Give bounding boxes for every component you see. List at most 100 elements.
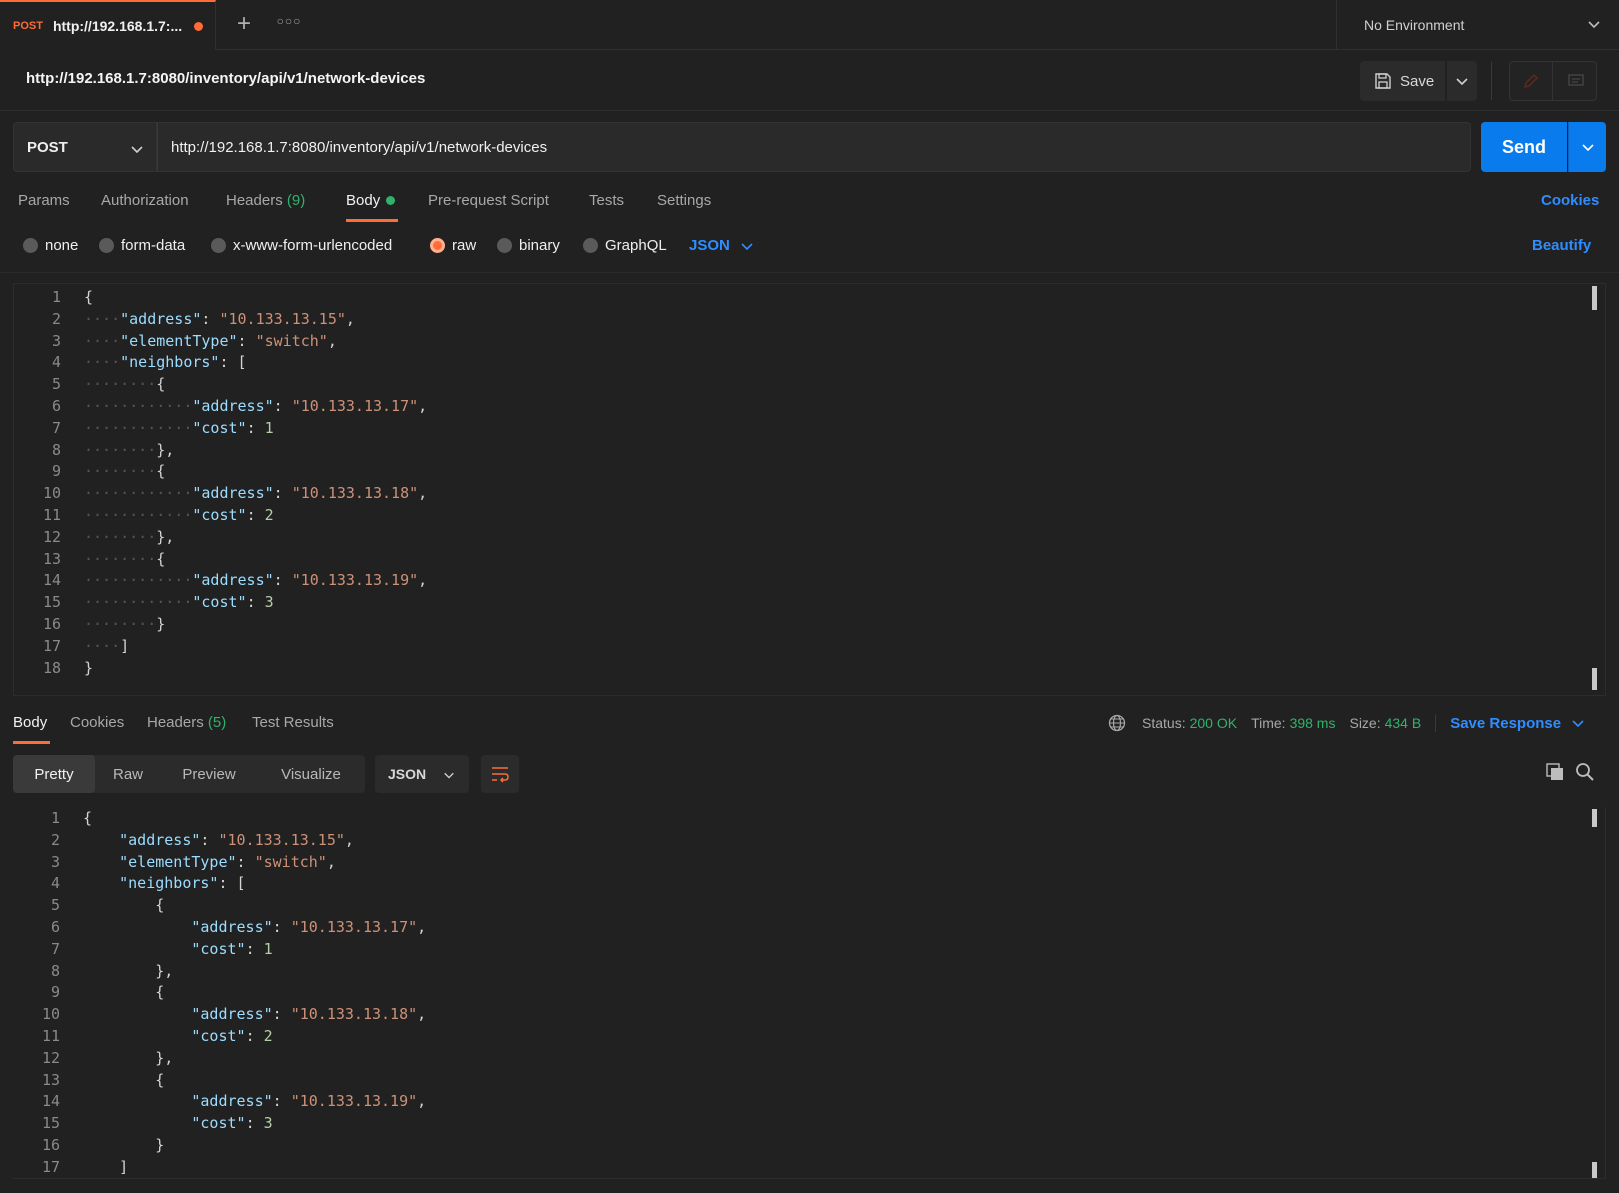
code-text: ············"address": "10.133.13.18", (84, 482, 427, 504)
plus-icon[interactable]: + (231, 10, 257, 38)
code-token: } (84, 658, 94, 677)
chevron-down-icon (1456, 78, 1468, 86)
tab-body[interactable]: Body (346, 192, 396, 222)
line-number: 7 (51, 418, 61, 437)
environment-select[interactable]: No Environment (1336, 0, 1619, 50)
code-token: "cost" (191, 1027, 246, 1045)
code-token: ········ (84, 549, 157, 568)
radio-binary[interactable]: binary (497, 237, 560, 254)
save-button[interactable]: Save (1360, 61, 1445, 101)
code-token: : (273, 484, 292, 503)
code-text: "elementType": "switch", (83, 851, 336, 873)
radio-none[interactable]: none (23, 237, 78, 254)
response-tab-headers-count: (5) (207, 714, 227, 731)
wrap-lines-button[interactable] (481, 755, 519, 793)
response-body-viewer[interactable]: 1{2 "address": "10.133.13.15", 3 "element… (13, 807, 1606, 1179)
beautify-link[interactable]: Beautify (1532, 237, 1591, 254)
code-token: "10.133.13.19" (290, 1092, 418, 1111)
request-title[interactable]: http://192.168.1.7:8080/inventory/api/v1… (26, 70, 425, 87)
tab-authorization[interactable]: Authorization (101, 192, 189, 222)
code-token: "address" (191, 918, 273, 936)
url-input[interactable]: http://192.168.1.7:8080/inventory/api/v1… (157, 122, 1471, 172)
chevron-down-icon (1572, 720, 1584, 728)
request-body-editor[interactable]: 1{2 ····"address": "10.133.13.15", 3 ····"e… (13, 283, 1606, 696)
line-number: 10 (41, 1005, 60, 1024)
line-number: 6 (51, 397, 61, 415)
code-token: "10.133.13.15" (219, 309, 346, 328)
view-visualize-button[interactable]: Visualize (257, 755, 365, 793)
code-token: { (83, 809, 93, 827)
code-token: "switch" (255, 331, 328, 350)
code-token: { (156, 462, 166, 481)
edit-icon[interactable] (1510, 62, 1553, 100)
code-token: 1 (264, 418, 274, 437)
code-line: 6 ············"address": "10.133.13.17", (14, 395, 1605, 418)
radio-raw[interactable]: raw (430, 237, 476, 254)
view-preview-button[interactable]: Preview (161, 755, 257, 793)
code-text: } (83, 1134, 164, 1156)
tab-tests[interactable]: Tests (589, 192, 624, 222)
body-format-select[interactable]: JSON (689, 237, 754, 254)
line-number: 9 (50, 983, 60, 1002)
tab-prerequest-script[interactable]: Pre-request Script (428, 192, 549, 222)
radio-graphql[interactable]: GraphQL (583, 237, 667, 254)
line-number: 12 (41, 1048, 60, 1067)
line-number: 4 (51, 353, 61, 372)
copy-icon[interactable] (1545, 762, 1565, 782)
edit-comment-group (1509, 61, 1597, 101)
cookies-link[interactable]: Cookies (1541, 192, 1599, 209)
request-tab[interactable]: POST http://192.168.1.7:... (0, 0, 216, 50)
body-format-value: JSON (689, 237, 730, 254)
response-tab-headers[interactable]: Headers (5) (147, 714, 226, 731)
code-text: ····"neighbors": [ (84, 351, 247, 373)
code-line: 3 "elementType": "switch", (13, 851, 1605, 874)
chevron-down-icon (741, 242, 753, 250)
code-token: ········ (84, 375, 157, 394)
tab-headers[interactable]: Headers (9) (226, 192, 305, 222)
line-number: 13 (41, 1070, 60, 1089)
save-response-button[interactable]: Save Response (1450, 715, 1585, 732)
code-token: "address" (192, 571, 274, 590)
save-options-button[interactable] (1447, 61, 1477, 101)
code-line: 5 ········{ (14, 373, 1605, 396)
radio-urlencoded[interactable]: x-www-form-urlencoded (211, 237, 392, 254)
send-button[interactable]: Send (1481, 122, 1567, 172)
send-options-button[interactable] (1568, 122, 1606, 172)
code-token: }, (155, 1048, 174, 1067)
code-token: : (237, 331, 256, 350)
code-token: ············ (84, 484, 193, 503)
view-pretty-button[interactable]: Pretty (13, 755, 95, 793)
line-number: 17 (42, 636, 61, 655)
divider (1435, 714, 1437, 732)
comment-icon[interactable] (1554, 62, 1597, 100)
code-text: { (83, 894, 164, 916)
search-icon[interactable] (1575, 762, 1595, 782)
line-number: 12 (42, 527, 61, 546)
more-icon[interactable]: ○○○ (276, 14, 302, 34)
code-token: "10.133.13.15" (218, 830, 345, 849)
response-tab-cookies[interactable]: Cookies (70, 714, 124, 731)
code-line: 11 ············"cost": 2 (14, 504, 1605, 527)
code-token: "address" (191, 1005, 273, 1024)
response-tab-body[interactable]: Body (13, 714, 47, 731)
tab-params[interactable]: Params (18, 192, 70, 222)
code-text: ····"address": "10.133.13.15", (84, 308, 355, 330)
code-token: } (155, 1136, 165, 1154)
response-tab-test-results[interactable]: Test Results (252, 714, 334, 731)
code-token: "neighbors" (120, 353, 220, 372)
response-format-select[interactable]: JSON (375, 755, 469, 793)
code-token: "switch" (254, 852, 327, 871)
code-token: }, (156, 440, 175, 459)
code-token: : (201, 309, 220, 328)
method-select[interactable]: POST (13, 122, 157, 172)
view-raw-button[interactable]: Raw (95, 755, 161, 793)
globe-icon[interactable] (1108, 714, 1126, 732)
code-line: 6 "address": "10.133.13.17", (13, 916, 1605, 939)
radio-form-data[interactable]: form-data (99, 237, 185, 254)
code-line: 4 ····"neighbors": [ (14, 351, 1605, 374)
tab-settings[interactable]: Settings (657, 192, 711, 222)
code-token: : (272, 1092, 291, 1111)
code-token: "10.133.13.19" (291, 571, 419, 590)
code-text: ········}, (84, 439, 174, 461)
